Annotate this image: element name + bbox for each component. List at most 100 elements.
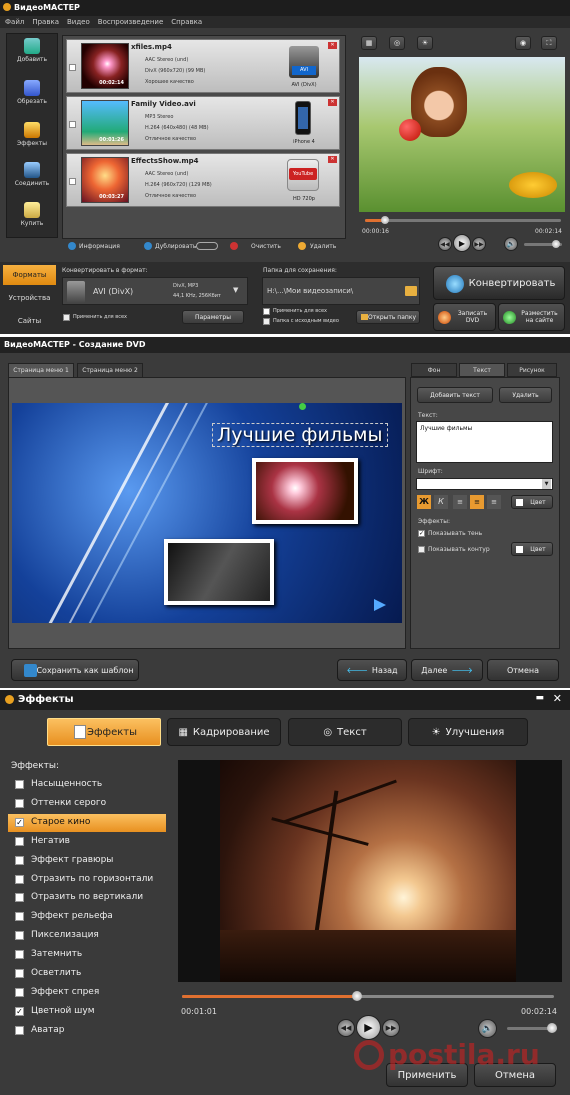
crop-icon[interactable]: ◎ [389, 36, 405, 50]
effect-checkbox[interactable] [15, 780, 24, 789]
file-checkbox[interactable] [69, 121, 76, 128]
tab-formats[interactable]: Форматы [3, 265, 56, 285]
menu-thumbnail-2[interactable] [164, 539, 274, 605]
forward-button[interactable]: ▶▶ [382, 1019, 400, 1037]
forward-button[interactable]: ▶▶ [472, 237, 486, 251]
tab-text[interactable]: ◎ Текст [288, 718, 402, 746]
sidebar-item-trim[interactable]: Обрезать [9, 80, 55, 116]
file-checkbox[interactable] [69, 64, 76, 71]
menu-playback[interactable]: Воспроизведение [98, 18, 164, 28]
outline-color-button[interactable]: Цвет [511, 542, 553, 556]
rewind-button[interactable]: ◀◀ [337, 1019, 355, 1037]
effect-item[interactable]: ✓ Старое кино [8, 813, 166, 832]
chevron-down-icon[interactable]: ▼ [233, 286, 238, 294]
effect-item[interactable]: Аватар [8, 1022, 166, 1040]
delete-button[interactable]: Удалить [310, 243, 336, 250]
effect-item[interactable]: Насыщенность [8, 776, 166, 794]
convert-button[interactable]: Конвертировать [433, 266, 565, 300]
remove-file-button[interactable]: ✕ [328, 99, 337, 106]
volume-handle[interactable] [552, 240, 561, 248]
upload-site-button[interactable]: Разместить на сайте [498, 303, 565, 331]
seek-bar[interactable] [182, 991, 554, 1001]
sidebar-item-effects[interactable]: Эффекты [9, 122, 55, 158]
tab-menu-page-2[interactable]: Страница меню 2 [77, 363, 143, 377]
duplicate-button[interactable]: Дублировать [155, 243, 196, 250]
volume-icon[interactable]: 🔈 [478, 1019, 497, 1038]
minimize-icon[interactable]: ▬ [535, 693, 544, 703]
menu-thumbnail-1[interactable] [252, 458, 358, 524]
cancel-button[interactable]: Отмена [487, 659, 559, 681]
tab-crop[interactable]: ▦ Кадрирование [167, 718, 281, 746]
tab-background[interactable]: Фон [411, 363, 457, 377]
effect-checkbox[interactable]: ✓ [15, 817, 24, 827]
effect-checkbox[interactable] [15, 893, 24, 903]
fullscreen-icon[interactable]: ⛶ [541, 36, 557, 50]
effect-checkbox[interactable] [15, 950, 24, 960]
show-shadow-checkbox[interactable]: ✓ [418, 530, 425, 537]
volume-slider[interactable] [524, 240, 562, 248]
effect-checkbox[interactable] [15, 931, 24, 941]
text-color-button[interactable]: Цвет [511, 495, 553, 509]
effect-item[interactable]: Отразить по горизонтали [8, 871, 166, 889]
snapshot-frame-icon[interactable]: ▦ [361, 36, 377, 50]
file-row-xfiles[interactable]: 00:02:14 xfiles.mp4 AAC Stereo (und) Div… [66, 39, 340, 93]
add-text-button[interactable]: Добавить текст [417, 387, 493, 403]
seek-bar[interactable] [365, 216, 561, 224]
effect-item[interactable]: Оттенки серого [8, 795, 166, 813]
effect-checkbox[interactable] [15, 969, 24, 978]
effect-item[interactable]: Затемнить [8, 946, 166, 964]
camera-icon[interactable]: ◉ [515, 36, 531, 50]
tab-enhance[interactable]: ☀ Улучшения [408, 718, 528, 746]
tab-menu-page-1[interactable]: Страница меню 1 [8, 363, 74, 377]
menu-edit[interactable]: Правка [32, 18, 59, 28]
remove-file-button[interactable]: ✕ [328, 156, 337, 163]
volume-slider[interactable] [507, 1023, 557, 1033]
seek-handle[interactable] [380, 216, 389, 224]
effect-item[interactable]: Пикселизация [8, 927, 166, 945]
effect-checkbox[interactable] [15, 874, 24, 884]
tab-sites[interactable]: Сайты [3, 311, 56, 331]
effect-checkbox[interactable] [15, 1025, 24, 1035]
effect-item[interactable]: Негатив [8, 833, 166, 851]
brightness-icon[interactable]: ☀ [417, 36, 433, 50]
format-selector[interactable]: AVI (DivX) DivX, MP3 44,1 KHz, 256Кбит ▼ [62, 277, 248, 305]
menu-file[interactable]: Файл [5, 18, 24, 28]
info-button[interactable]: Информация [79, 243, 120, 250]
delete-text-button[interactable]: Удалить [499, 387, 552, 403]
effect-checkbox[interactable] [15, 836, 24, 846]
effect-item[interactable]: Эффект рельефа [8, 908, 166, 926]
sidebar-item-add[interactable]: Добавить [9, 38, 55, 74]
tab-effects[interactable]: Эффекты [47, 718, 161, 746]
back-button[interactable]: 🡐 Назад [337, 659, 407, 681]
apply-all-checkbox[interactable] [63, 314, 70, 321]
folder-icon[interactable] [405, 286, 417, 296]
open-folder-button[interactable]: Открыть папку [356, 310, 420, 324]
save-apply-all-checkbox[interactable] [263, 308, 270, 315]
effect-checkbox[interactable] [15, 987, 24, 997]
close-icon[interactable]: ✕ [553, 692, 562, 705]
menu-help[interactable]: Справка [171, 18, 202, 28]
source-folder-checkbox[interactable] [263, 318, 270, 325]
save-template-button[interactable]: Сохранить как шаблон [11, 659, 139, 681]
align-center-button[interactable]: ≡ [470, 495, 484, 509]
burn-dvd-button[interactable]: Записать DVD [433, 303, 496, 331]
show-outline-checkbox[interactable] [418, 546, 425, 553]
view-toggle[interactable] [196, 242, 218, 250]
effect-item[interactable]: Отразить по вертикали [8, 889, 166, 907]
sidebar-item-buy[interactable]: Купить [9, 202, 55, 238]
effect-checkbox[interactable] [15, 798, 24, 808]
tab-text[interactable]: Текст [459, 363, 505, 377]
selection-handle-rotate[interactable] [299, 403, 306, 410]
effect-checkbox[interactable]: ✓ [15, 1006, 24, 1016]
save-path-field[interactable]: H:\...\Мои видеозаписи\ [262, 277, 420, 305]
effect-item[interactable]: Эффект гравюры [8, 852, 166, 870]
file-row-family[interactable]: 00:01:26 Family Video.avi MP3 Stereo H.2… [66, 96, 340, 150]
seek-handle[interactable] [351, 991, 362, 1001]
align-left-button[interactable]: ≡ [453, 495, 467, 509]
tab-picture[interactable]: Рисунок [507, 363, 557, 377]
play-button[interactable]: ▶ [356, 1015, 381, 1040]
tab-devices[interactable]: Устройства [3, 288, 56, 308]
file-row-effectsshow[interactable]: 00:03:27 EffectsShow.mp4 AAC Stereo (und… [66, 153, 340, 207]
clear-button[interactable]: Очистить [251, 243, 281, 250]
menu-title-text[interactable]: Лучшие фильмы [212, 423, 388, 447]
